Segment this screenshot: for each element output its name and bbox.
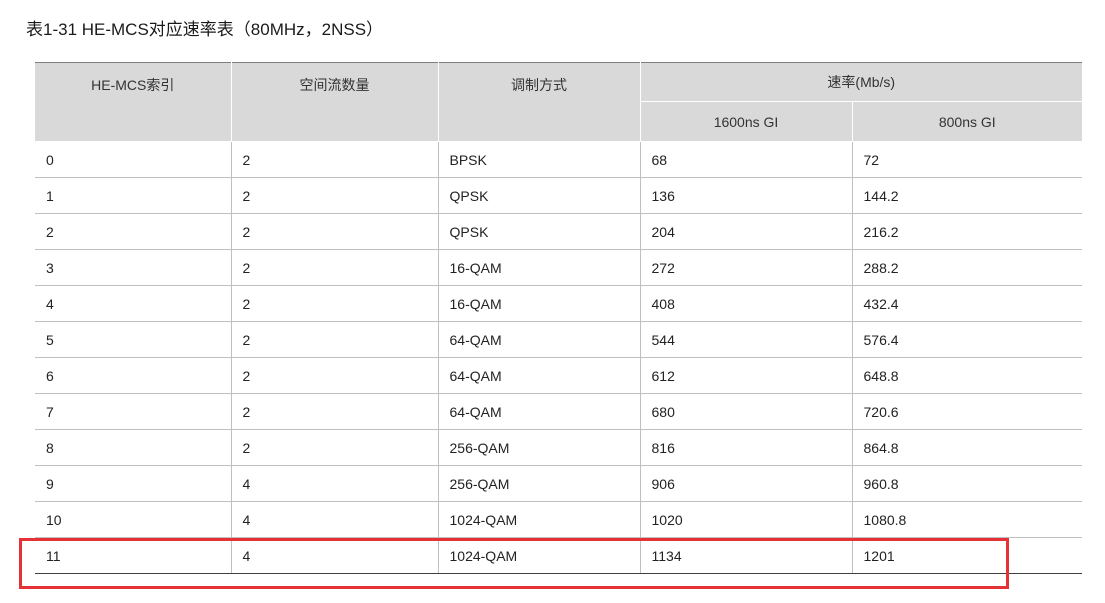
cell-rate-800ns: 1080.8	[851, 501, 1083, 538]
cell-rate-800ns: 144.2	[851, 177, 1083, 214]
rate-table: HE-MCS索引 空间流数量 调制方式 速率(Mb/s) 1600ns GI 8…	[35, 62, 1083, 574]
cell-rate-1600ns: 680	[639, 393, 852, 430]
cell-modulation: 16-QAM	[437, 285, 640, 322]
header-rate-group: 速率(Mb/s)	[639, 62, 1083, 102]
cell-mcs-index: 3	[35, 249, 231, 286]
cell-mcs-index: 5	[35, 321, 231, 358]
cell-rate-1600ns: 544	[639, 321, 852, 358]
cell-mcs-index: 9	[35, 465, 231, 502]
table-header: HE-MCS索引 空间流数量 调制方式 速率(Mb/s) 1600ns GI 8…	[35, 62, 1083, 142]
cell-rate-800ns: 960.8	[851, 465, 1083, 502]
cell-rate-1600ns: 906	[639, 465, 852, 502]
table-row: 4 2 16-QAM 408 432.4	[35, 285, 1083, 322]
cell-mcs-index: 11	[35, 537, 231, 574]
cell-mcs-index: 10	[35, 501, 231, 538]
table-row: 11 4 1024-QAM 1134 1201	[35, 537, 1083, 574]
cell-spatial-streams: 2	[230, 429, 438, 466]
cell-rate-1600ns: 1020	[639, 501, 852, 538]
cell-rate-1600ns: 136	[639, 177, 852, 214]
cell-spatial-streams: 2	[230, 249, 438, 286]
cell-rate-800ns: 72	[851, 141, 1083, 178]
table-row: 7 2 64-QAM 680 720.6	[35, 393, 1083, 430]
table-row: 1 2 QPSK 136 144.2	[35, 177, 1083, 214]
cell-modulation: 64-QAM	[437, 393, 640, 430]
table-row: 8 2 256-QAM 816 864.8	[35, 429, 1083, 466]
header-gi-800: 800ns GI	[851, 101, 1083, 142]
cell-rate-1600ns: 1134	[639, 537, 852, 574]
table-row: 5 2 64-QAM 544 576.4	[35, 321, 1083, 358]
cell-modulation: 1024-QAM	[437, 501, 640, 538]
table-row: 10 4 1024-QAM 1020 1080.8	[35, 501, 1083, 538]
table-row: 0 2 BPSK 68 72	[35, 141, 1083, 178]
cell-rate-800ns: 576.4	[851, 321, 1083, 358]
table-caption: 表1-31 HE-MCS对应速率表（80MHz，2NSS）	[26, 20, 384, 39]
cell-modulation: QPSK	[437, 177, 640, 214]
cell-modulation: 16-QAM	[437, 249, 640, 286]
header-mcs-index: HE-MCS索引	[35, 62, 232, 142]
cell-modulation: 64-QAM	[437, 321, 640, 358]
cell-modulation: 256-QAM	[437, 465, 640, 502]
cell-mcs-index: 1	[35, 177, 231, 214]
cell-mcs-index: 7	[35, 393, 231, 430]
cell-spatial-streams: 2	[230, 285, 438, 322]
cell-spatial-streams: 4	[230, 537, 438, 574]
cell-rate-800ns: 1201	[851, 537, 1083, 574]
table-row: 3 2 16-QAM 272 288.2	[35, 249, 1083, 286]
cell-spatial-streams: 4	[230, 465, 438, 502]
cell-spatial-streams: 2	[230, 357, 438, 394]
cell-rate-1600ns: 68	[639, 141, 852, 178]
cell-mcs-index: 6	[35, 357, 231, 394]
header-gi-1600: 1600ns GI	[640, 101, 853, 142]
cell-modulation: BPSK	[437, 141, 640, 178]
cell-modulation: QPSK	[437, 213, 640, 250]
table-row: 2 2 QPSK 204 216.2	[35, 213, 1083, 250]
cell-mcs-index: 0	[46, 151, 54, 168]
header-modulation: 调制方式	[437, 62, 641, 142]
header-spatial-streams: 空间流数量	[230, 62, 439, 142]
table-row: 9 4 256-QAM 906 960.8	[35, 465, 1083, 502]
cell-modulation: 64-QAM	[437, 357, 640, 394]
cell-rate-800ns: 648.8	[851, 357, 1083, 394]
cell-rate-800ns: 864.8	[851, 429, 1083, 466]
cell-rate-800ns: 288.2	[851, 249, 1083, 286]
cell-rate-1600ns: 272	[639, 249, 852, 286]
cell-spatial-streams: 2	[230, 141, 438, 178]
cell-rate-800ns: 216.2	[851, 213, 1083, 250]
cell-rate-1600ns: 204	[639, 213, 852, 250]
cell-rate-800ns: 432.4	[851, 285, 1083, 322]
cell-spatial-streams: 2	[230, 177, 438, 214]
cell-modulation: 256-QAM	[437, 429, 640, 466]
cell-spatial-streams: 4	[230, 501, 438, 538]
table-row: 6 2 64-QAM 612 648.8	[35, 357, 1083, 394]
cell-spatial-streams: 2	[230, 393, 438, 430]
cell-mcs-index: 8	[35, 429, 231, 466]
cell-rate-1600ns: 408	[639, 285, 852, 322]
cell-spatial-streams: 2	[230, 321, 438, 358]
cell-modulation: 1024-QAM	[437, 537, 640, 574]
cell-mcs-index: 2	[35, 213, 231, 250]
cell-spatial-streams: 2	[230, 213, 438, 250]
cell-rate-1600ns: 816	[639, 429, 852, 466]
cell-rate-800ns: 720.6	[851, 393, 1083, 430]
table-body: 0 2 BPSK 68 72 1 2 QPSK 136 144.2 2 2 QPSK 204 216.2 3 2…	[35, 141, 1083, 574]
cell-rate-1600ns: 612	[639, 357, 852, 394]
cell-mcs-index: 4	[35, 285, 231, 322]
